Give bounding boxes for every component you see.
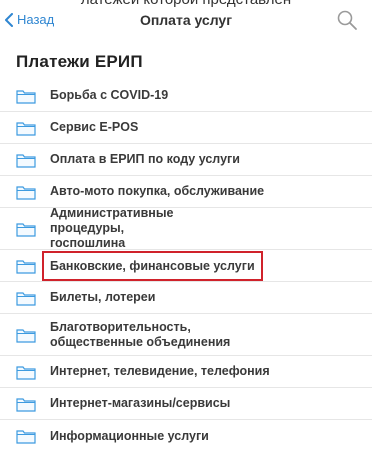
folder-icon <box>16 259 36 274</box>
navigation-bar: Назад Оплата услуг <box>0 6 372 42</box>
list-item-label: Авто-мото покупка, обслуживание <box>50 184 265 198</box>
list-item-label: Банковские, финансовые услуги <box>50 258 255 273</box>
folder-icon <box>16 328 36 343</box>
list-item[interactable]: Информационные услуги <box>0 420 372 452</box>
list-item-label: Интернет, телевидение, телефония <box>50 364 270 378</box>
list-item-label: Билеты, лотереи <box>50 290 156 304</box>
list-item[interactable]: Интернет, телевидение, телефония <box>0 356 372 388</box>
folder-icon <box>16 397 36 412</box>
list-item[interactable]: Благотворительность, общественные объеди… <box>0 314 372 356</box>
list-item[interactable]: Сервис E-POS <box>0 112 372 144</box>
highlight-box: Банковские, финансовые услуги <box>42 250 263 281</box>
list-item-label: Благотворительность, общественные объеди… <box>50 319 231 349</box>
folder-icon <box>16 365 36 380</box>
list-item[interactable]: Оплата в ЕРИП по коду услуги <box>0 144 372 176</box>
list-item[interactable]: Авто-мото покупка, обслуживание <box>0 176 372 208</box>
list-item[interactable]: Административные процедуры, госпошлина <box>0 206 372 250</box>
list-item-label: Административные процедуры, госпошлина <box>50 206 174 250</box>
folder-icon <box>16 291 36 306</box>
folder-icon <box>16 222 36 237</box>
page-title: Оплата услуг <box>139 12 233 28</box>
list-item-highlighted[interactable]: Банковские, финансовые услуги <box>0 250 372 282</box>
folder-icon <box>16 121 36 136</box>
search-icon[interactable] <box>336 9 358 31</box>
folder-icon <box>16 185 36 200</box>
folder-icon <box>16 430 36 444</box>
list-item-label: Борьба с COVID-19 <box>50 88 169 102</box>
folder-icon <box>16 89 36 104</box>
list-item-label: Интернет-магазины/сервисы <box>50 396 231 410</box>
list-item-label: Информационные услуги <box>50 428 209 443</box>
folder-icon <box>16 153 36 168</box>
list-item-label: Оплата в ЕРИП по коду услуги <box>50 152 240 166</box>
list-item[interactable]: Интернет-магазины/сервисы <box>0 388 372 420</box>
category-list: Борьба с COVID-19 Сервис E-POS Оплата в … <box>0 80 372 452</box>
list-item[interactable]: Билеты, лотереи <box>0 282 372 314</box>
list-item-label: Сервис E-POS <box>50 120 139 134</box>
section-title: Платежи ЕРИП <box>16 52 143 71</box>
list-item[interactable]: Борьба с COVID-19 <box>0 80 372 112</box>
